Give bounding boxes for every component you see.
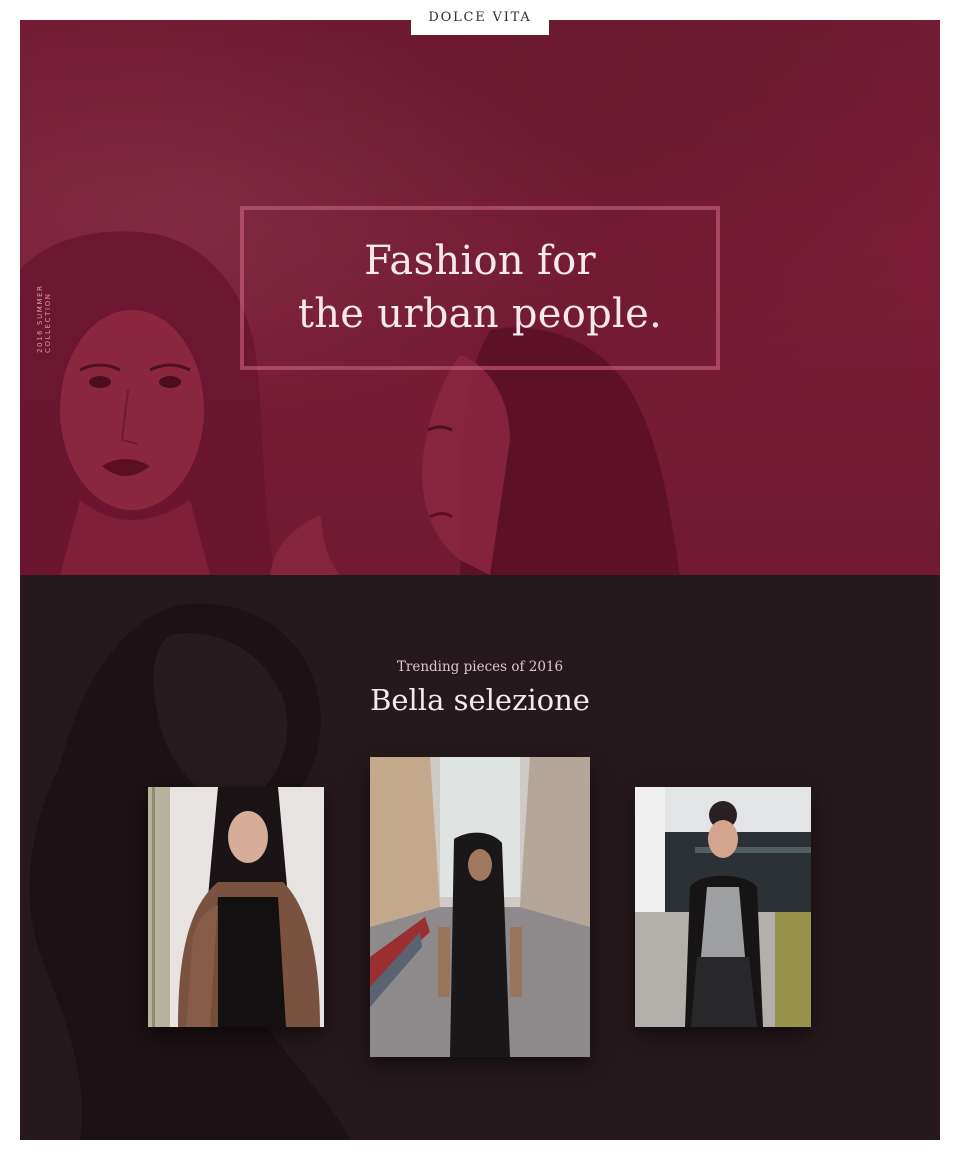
side-caption: 2016 Summer Collection [36,284,52,353]
hero-headline-frame: Fashion for the urban people. [240,206,720,370]
hero-headline-line-2: the urban people. [297,291,663,337]
selection-section: Trending pieces of 2016 Bella selezione [20,575,940,1140]
logo-tab[interactable]: DOLCE VITA [411,0,549,35]
photo-woman-blazer-icon [635,787,811,1027]
photo-woman-fur-coat-icon [148,787,324,1027]
product-card-1[interactable] [148,787,324,1027]
hero-headline-line-1: Fashion for [364,238,596,284]
hero-section: 2016 Summer Collection Fashion for the u… [20,20,940,575]
section-title: Bella selezione [370,683,590,717]
photo-man-street-icon [370,757,590,1057]
product-card-2[interactable] [370,757,590,1057]
brand-logo[interactable]: DOLCE VITA [428,10,531,25]
section-eyebrow: Trending pieces of 2016 [396,659,564,675]
product-card-3[interactable] [635,787,811,1027]
